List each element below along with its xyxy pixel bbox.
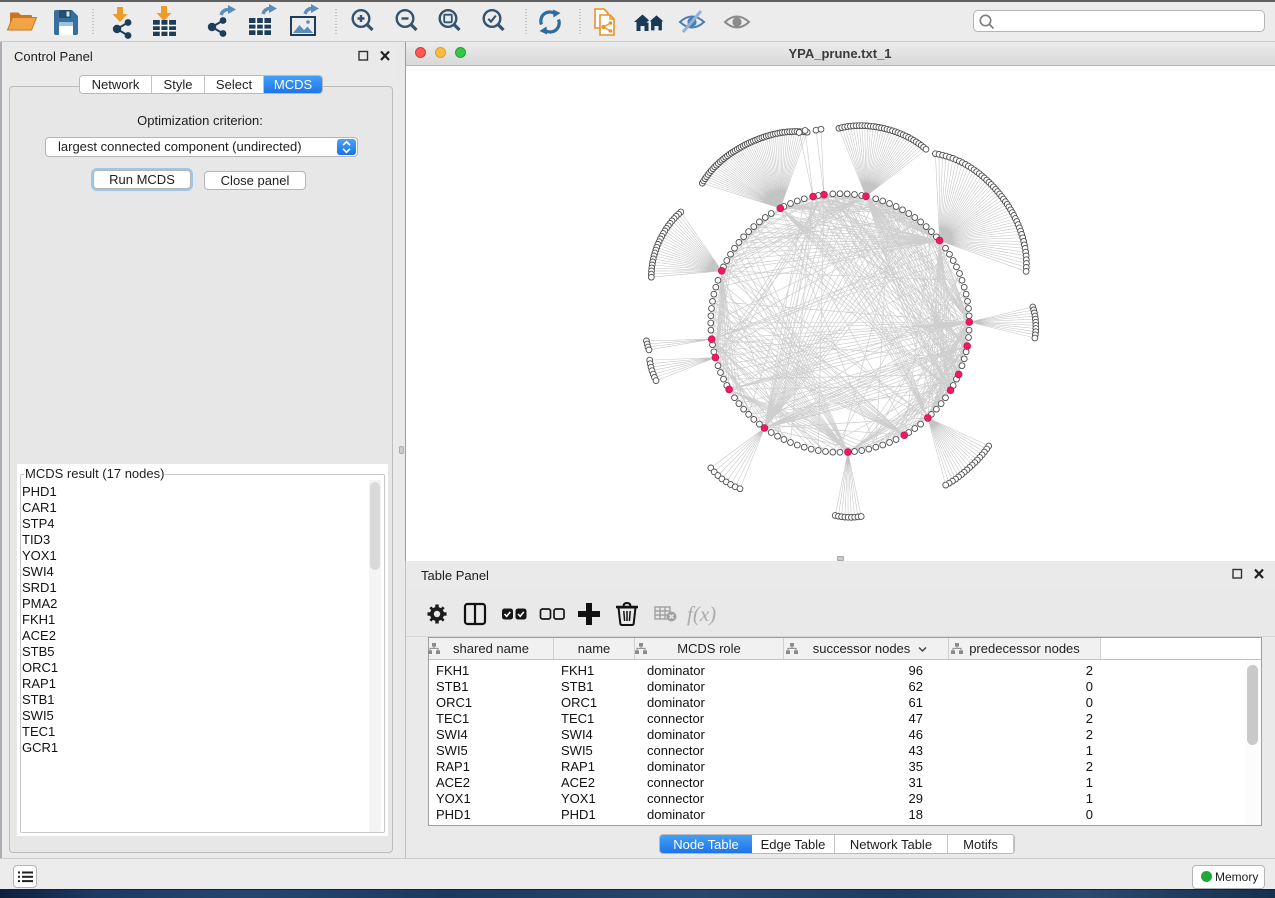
svg-text:f(x): f(x) [687,602,716,626]
